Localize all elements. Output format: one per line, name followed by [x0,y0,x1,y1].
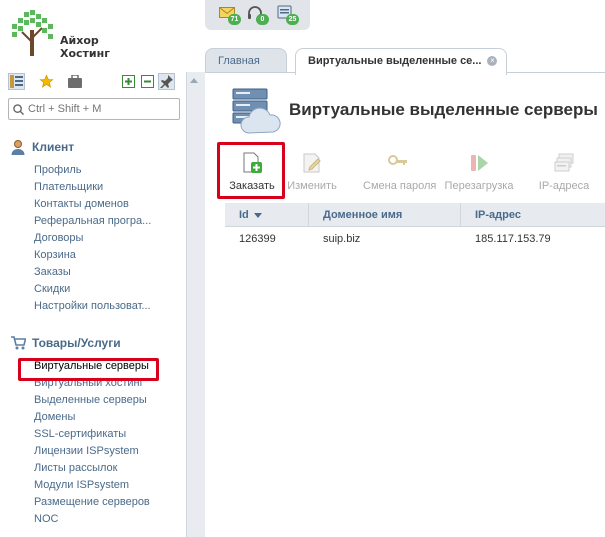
tab-close-icon[interactable]: × [487,56,498,67]
cell-id: 126399 [239,233,276,245]
sidebar-item-dedicated-servers[interactable]: Выделенные серверы [34,392,164,409]
ip-addresses-button-label: IP-адреса [538,180,590,192]
brand-name: Айхор Хостинг [60,34,110,60]
change-password-button[interactable]: Смена пароля [363,148,437,192]
menu-items-goods: Виртуальные серверы Виртуальный хостинг … [34,358,185,528]
column-header-domain-label: Доменное имя [323,209,403,221]
selected-item-highlight [18,358,159,381]
sidebar-item-ssl[interactable]: SSL-сертификаты [34,426,164,443]
sidebar-item-payers[interactable]: Плательщики [34,179,164,196]
tab-strip: Главная Виртуальные выделенные се... × [205,45,605,75]
menu-header-goods[interactable]: Товары/Услуги [10,334,185,352]
sidebar-toolbar [8,73,180,91]
search-input[interactable] [28,103,178,115]
favorites-button[interactable] [38,73,55,90]
sidebar-item-contracts[interactable]: Договоры [34,230,164,247]
ip-addresses-button[interactable]: IP-адреса [529,148,599,192]
sidebar-item-user-settings[interactable]: Настройки пользоват... [34,298,164,315]
column-header-id[interactable]: Id [225,203,309,227]
menu-section-client: Клиент Профиль Плательщики Контакты доме… [10,138,185,315]
minus-box-icon [141,75,154,88]
sidebar-item-domain-contacts[interactable]: Контакты доменов [34,196,164,213]
briefcase-icon [67,75,82,88]
sidebar-item-isp-licenses[interactable]: Лицензии ISPsystem [34,443,164,460]
search-icon [13,103,24,115]
menu-header-client[interactable]: Клиент [10,138,185,156]
notification-bar: 71 0 25 [205,0,310,30]
tab-vps-label: Виртуальные выделенные се... [308,55,482,67]
briefcase-button[interactable] [66,73,83,90]
notification-messages-count: 71 [228,14,241,25]
sidebar-item-colocation[interactable]: Размещение серверов [34,494,164,511]
sidebar-item-referral[interactable]: Реферальная програ... [34,213,164,230]
restart-icon [471,155,488,171]
edit-button[interactable]: Изменить [277,148,347,192]
cart-icon [11,336,26,350]
table-header: Id Доменное имя IP-адрес [225,203,605,227]
brand-line-2: Хостинг [60,47,110,60]
sidebar-splitter[interactable] [186,72,205,537]
sidebar-item-domains[interactable]: Домены [34,409,164,426]
sidebar-item-mailing-lists[interactable]: Листы рассылок [34,460,164,477]
sidebar-item-isp-modules[interactable]: Модули ISPsystem [34,477,164,494]
column-header-ip[interactable]: IP-адрес [461,203,605,227]
menu-search[interactable] [8,98,180,120]
vps-table: Id Доменное имя IP-адрес 126399 suip.biz… [225,203,605,251]
page-title: Виртуальные выделенные серверы [289,100,598,119]
change-password-button-label: Смена пароля [363,180,437,192]
plus-box-icon [122,75,135,88]
tab-home-label: Главная [218,55,260,67]
order-button-highlight [217,142,285,199]
column-header-id-label: Id [239,209,249,221]
menu-header-goods-label: Товары/Услуги [32,336,121,350]
main-panel: Виртуальные выделенные серверы Заказать … [205,72,605,537]
tab-vps[interactable]: Виртуальные выделенные се... × [295,48,507,75]
notification-monitoring-count: 25 [286,14,299,25]
collapse-arrow-icon[interactable] [190,78,198,83]
menu-items-client: Профиль Плательщики Контакты доменов Реф… [34,162,185,315]
collapse-all-button[interactable] [139,73,156,90]
edit-button-label: Изменить [287,180,337,192]
sidebar: Айхор Хостинг Ctrl + Shift + M Клиент Пр… [0,0,190,537]
brand-line-1: Айхор [60,34,99,47]
star-icon [39,74,54,88]
restart-button-label: Перезагрузка [444,180,514,192]
sort-desc-icon [253,212,262,218]
notification-messages[interactable]: 71 [219,5,241,27]
pin-icon [160,75,173,88]
sidebar-item-profile[interactable]: Профиль [34,162,164,179]
table-row[interactable]: 126399 suip.biz 185.117.153.79 [225,227,605,251]
sidebar-item-discounts[interactable]: Скидки [34,281,164,298]
cell-ip: 185.117.153.79 [475,233,551,245]
pin-button[interactable] [158,73,175,90]
logo[interactable]: Айхор Хостинг [10,10,120,62]
sidebar-item-orders[interactable]: Заказы [34,264,164,281]
server-cloud-icon [232,88,281,134]
notification-support-count: 0 [256,14,269,25]
expand-all-button[interactable] [120,73,137,90]
column-header-domain[interactable]: Доменное имя [309,203,461,227]
edit-icon [303,153,321,173]
menu-header-client-label: Клиент [32,140,75,154]
notification-monitoring[interactable]: 25 [277,5,299,27]
key-icon [388,155,407,165]
restart-button[interactable]: Перезагрузка [444,148,514,192]
list-tree-icon [10,75,23,88]
cell-domain: suip.biz [323,233,361,245]
user-icon [11,140,25,155]
column-header-ip-label: IP-адрес [475,209,521,221]
ip-stack-icon [554,153,574,172]
tab-home[interactable]: Главная [205,48,287,73]
sidebar-item-noc[interactable]: NOC [34,511,164,528]
sidebar-item-cart[interactable]: Корзина [34,247,164,264]
notification-support[interactable]: 0 [247,5,269,27]
menu-view-button[interactable] [8,73,25,90]
tree-logo-icon [12,10,53,56]
